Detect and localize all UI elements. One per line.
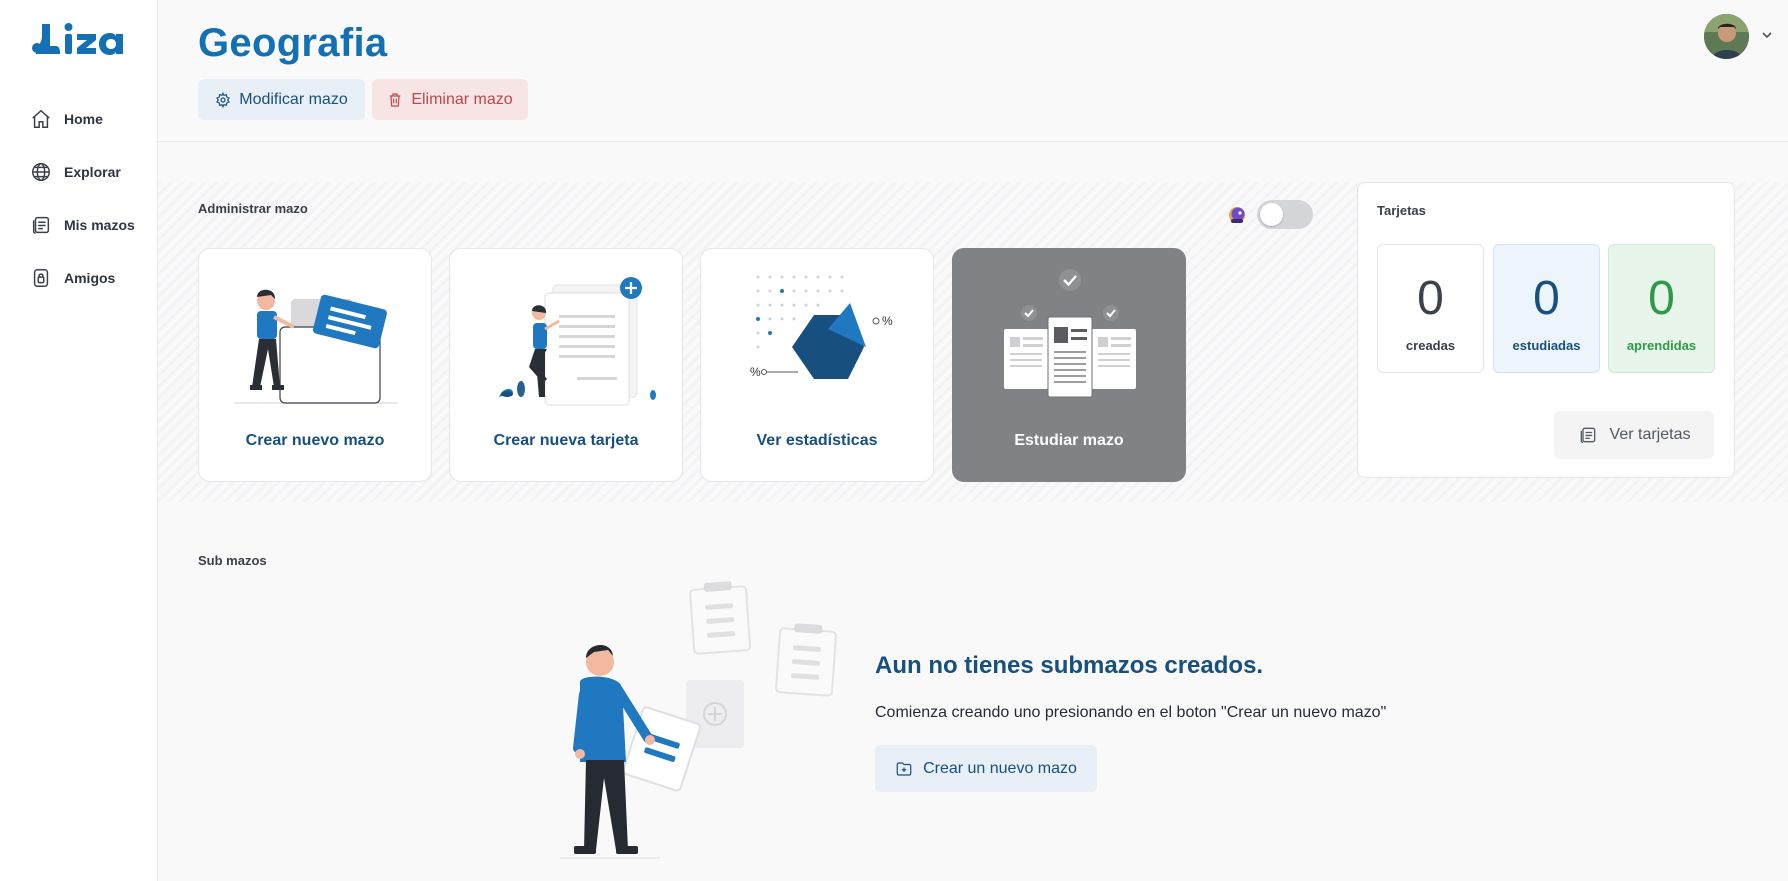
modify-deck-button[interactable]: Modificar mazo xyxy=(198,79,365,120)
create-new-deck-label: Crear un nuevo mazo xyxy=(923,759,1077,777)
view-cards-button[interactable]: Ver tarjetas xyxy=(1554,411,1714,459)
study-mode-toggle-group xyxy=(1227,200,1313,229)
stat-learned: 0 aprendidas xyxy=(1608,244,1715,373)
study-deck-label: Estudiar mazo xyxy=(1014,432,1124,449)
sidebar-nav: Home Explorar Mis mazos Amigos xyxy=(30,92,135,304)
sidebar-item-home[interactable]: Home xyxy=(30,92,135,145)
cards-summary-panel: Tarjetas 0 creadas 0 estudiadas 0 aprend… xyxy=(1357,182,1735,478)
stats-illustration: % % xyxy=(750,275,893,379)
stat-studied-value: 0 xyxy=(1533,272,1560,325)
create-card-label: Crear nueva tarjeta xyxy=(493,432,639,449)
stat-created: 0 creadas xyxy=(1377,244,1484,373)
svg-text:%: % xyxy=(882,314,893,328)
create-card-card[interactable]: Crear nueva tarjeta xyxy=(449,248,683,482)
avatar[interactable] xyxy=(1704,14,1749,59)
stat-learned-caption: aprendidas xyxy=(1626,338,1697,353)
sidebar-item-label: Mis mazos xyxy=(64,216,135,233)
lock-icon xyxy=(33,268,49,287)
sidebar-item-label: Home xyxy=(64,110,103,127)
sidebar-item-amigos[interactable]: Amigos xyxy=(30,251,135,304)
empty-state-title: Aun no tienes submazos creados. xyxy=(875,652,1264,679)
view-stats-card[interactable]: % % Ver estadísticas xyxy=(700,248,934,482)
home-icon xyxy=(32,109,50,128)
sidebar-item-explorar[interactable]: Explorar xyxy=(30,145,135,198)
study-deck-illustration xyxy=(1004,269,1136,398)
chevron-down-icon[interactable] xyxy=(1760,28,1774,42)
svg-text:%: % xyxy=(750,365,761,379)
sidebar: Home Explorar Mis mazos Amigos xyxy=(0,0,158,881)
stat-created-value: 0 xyxy=(1417,272,1444,325)
delete-deck-label: Eliminar mazo xyxy=(411,90,513,108)
header-divider xyxy=(158,141,1788,142)
folder-plus-icon xyxy=(896,761,912,776)
toggle-knob xyxy=(1260,203,1283,226)
study-deck-card[interactable]: Estudiar mazo xyxy=(952,248,1186,482)
globe-icon xyxy=(32,162,50,181)
modify-deck-label: Modificar mazo xyxy=(239,90,348,108)
empty-state-description: Comienza creando uno presionando en el b… xyxy=(875,704,1387,721)
create-deck-label: Crear nuevo mazo xyxy=(245,432,385,449)
liza-logo[interactable] xyxy=(30,16,130,66)
stat-studied-caption: estudiadas xyxy=(1512,338,1581,353)
stat-studied: 0 estudiadas xyxy=(1493,244,1600,373)
cards-icon xyxy=(32,216,50,234)
sidebar-item-mis-mazos[interactable]: Mis mazos xyxy=(30,198,135,251)
cards-icon xyxy=(1580,427,1595,444)
page-title: Geografia xyxy=(198,21,388,65)
view-cards-label: Ver tarjetas xyxy=(1609,426,1691,443)
create-deck-illustration xyxy=(234,289,398,404)
manage-section-label: Administrar mazo xyxy=(198,201,308,216)
study-mode-toggle[interactable] xyxy=(1257,200,1313,229)
robot-icon xyxy=(1229,206,1245,223)
create-new-deck-button[interactable]: Crear un nuevo mazo xyxy=(875,745,1097,792)
sidebar-item-label: Explorar xyxy=(64,163,121,180)
submazos-section-label: Sub mazos xyxy=(198,553,267,568)
empty-submazos-illustration xyxy=(560,581,837,859)
trash-icon xyxy=(389,92,401,107)
avatar-photo xyxy=(1704,14,1749,59)
create-card-illustration xyxy=(499,277,656,406)
stat-learned-value: 0 xyxy=(1648,272,1675,325)
create-deck-card[interactable]: Crear nuevo mazo xyxy=(198,248,432,482)
gear-icon xyxy=(216,91,231,108)
delete-deck-button[interactable]: Eliminar mazo xyxy=(372,79,528,120)
sidebar-item-label: Amigos xyxy=(64,269,116,286)
stat-created-caption: creadas xyxy=(1405,338,1456,353)
cards-panel-title: Tarjetas xyxy=(1377,203,1426,218)
view-stats-label: Ver estadísticas xyxy=(756,432,878,449)
